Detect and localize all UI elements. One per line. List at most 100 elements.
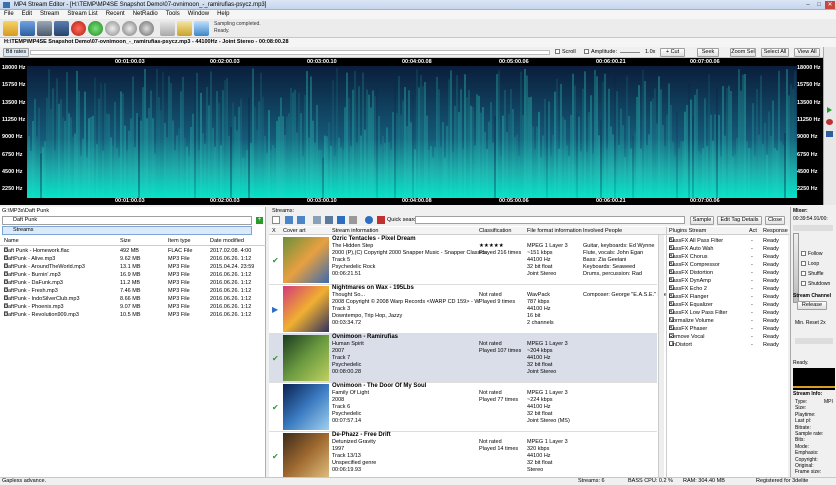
menu-window[interactable]: Window <box>184 10 213 19</box>
menu-stream-list[interactable]: Stream List <box>63 10 101 19</box>
close-window-button[interactable]: ✕ <box>825 1 835 9</box>
cube-icon[interactable] <box>37 21 52 36</box>
open-folder-icon[interactable] <box>3 21 18 36</box>
col-response[interactable]: Response <box>763 227 788 235</box>
stream-row[interactable]: ✔ Ovnimoon - Ramirufias Human Spirit 2007 Tr… <box>269 334 657 383</box>
file-list-item[interactable]: DaftPunk - AroundTheWorld.mp3 13.1 MB MP3 … <box>0 263 266 271</box>
plugin-row[interactable]: BassFX Compressor - Ready <box>667 261 789 269</box>
shuffle-checkbox[interactable]: Shuffle <box>801 271 823 277</box>
settings-icon[interactable] <box>122 21 137 36</box>
stack-icon[interactable] <box>54 21 69 36</box>
select-all-button[interactable]: Select All <box>761 48 789 57</box>
play-icon[interactable] <box>827 107 832 113</box>
amplitude-checkbox[interactable]: Amplitude: <box>584 49 617 55</box>
file-list-item[interactable]: DaftPunk - IndoSilverClub.mp3 8.66 MB MP3 … <box>0 295 266 303</box>
plugin-row[interactable]: BassFX All Pass Filter - Ready <box>667 237 789 245</box>
spectrogram[interactable]: 18000 Hz 15750 Hz 13500 Hz 11250 Hz 9000… <box>0 58 823 205</box>
col-name[interactable]: Name <box>4 237 19 246</box>
tools-icon[interactable] <box>160 21 175 36</box>
file-list-item[interactable]: DaftPunk - Revolution909.mp3 10.5 MB MP3 F… <box>0 311 266 319</box>
spectrogram-canvas[interactable] <box>27 66 797 198</box>
menu-recent[interactable]: Recent <box>102 10 129 19</box>
view-icon[interactable] <box>337 216 345 224</box>
menu-help[interactable]: Help <box>213 10 233 19</box>
file-list-item[interactable]: DaftPunk - Fresh.mp3 7.46 MB MP3 File 2016.… <box>0 287 266 295</box>
plugin-row[interactable]: BassFX Chorus - Ready <box>667 253 789 261</box>
position-scrollbar[interactable] <box>30 50 550 55</box>
file-list-item[interactable]: Daft Punk - Homework.flac 492 MB FLAC File… <box>0 247 266 255</box>
add-folder-icon[interactable]: + <box>256 217 263 224</box>
menu-tools[interactable]: Tools <box>162 10 184 19</box>
plugin-row[interactable]: BassFX Phaser - Ready <box>667 325 789 333</box>
menu-file[interactable]: File <box>0 10 18 19</box>
list-icon[interactable] <box>313 216 321 224</box>
plugin-row[interactable]: BassFX Equalizer - Ready <box>667 301 789 309</box>
scroll-checkbox[interactable]: Scroll <box>555 49 576 55</box>
select-icon[interactable] <box>272 216 280 224</box>
plugin-row[interactable]: BassFX Auto Wah - Ready <box>667 245 789 253</box>
view-all-button[interactable]: View All <box>794 48 820 57</box>
file-list-item[interactable]: DaftPunk - Burnin'.mp3 16.9 MB MP3 File 201… <box>0 271 266 279</box>
col-item-type[interactable]: Item type <box>168 237 191 246</box>
close-streams-button[interactable]: Close <box>765 216 785 225</box>
stop-icon[interactable] <box>71 21 86 36</box>
zoom-selection-button[interactable]: Zoom Sel <box>730 48 756 57</box>
grid-icon[interactable] <box>325 216 333 224</box>
plugin-row[interactable]: Normalize Volume - Ready <box>667 317 789 325</box>
save-icon[interactable] <box>20 21 35 36</box>
loop-checkbox[interactable]: Loop <box>801 261 819 267</box>
plugin-row[interactable]: BassFX Flanger - Ready <box>667 293 789 301</box>
up-arrow-icon[interactable] <box>285 216 293 224</box>
col-stream-info[interactable]: Stream information <box>332 227 378 235</box>
stream-row[interactable]: ✔ De-Phazz - Free Drift Detunized Gravity 1… <box>269 432 657 481</box>
plugin-row[interactable]: Remove Vocal - Ready <box>667 333 789 341</box>
plugin-row[interactable]: UnDistort - Ready <box>667 341 789 349</box>
amplitude-slider[interactable] <box>620 52 640 53</box>
file-list-item[interactable]: DaftPunk - Alive.mp3 9.62 MB MP3 File 2016.… <box>0 255 266 263</box>
col-plugins-stream[interactable]: Plugins Stream <box>669 227 706 235</box>
plugin-row[interactable]: BassFX Low Pass Filter - Ready <box>667 309 789 317</box>
minimize-button[interactable]: – <box>803 1 813 9</box>
plugin-row[interactable]: BassFX DynAmp - Ready <box>667 277 789 285</box>
play-icon[interactable] <box>88 21 103 36</box>
sound-icon[interactable] <box>177 21 192 36</box>
gear-icon[interactable] <box>139 21 154 36</box>
stop-icon[interactable] <box>826 131 833 137</box>
col-act[interactable]: Act <box>749 227 757 235</box>
col-size[interactable]: Size <box>120 237 131 246</box>
plugin-row[interactable]: BassFX Echo 2 - Ready <box>667 285 789 293</box>
menu-stream[interactable]: Stream <box>36 10 63 19</box>
folder-dropdown[interactable]: Daft Punk <box>2 216 252 225</box>
quick-search-input[interactable] <box>415 216 685 224</box>
channel-controls[interactable] <box>795 338 833 344</box>
delete-icon[interactable] <box>377 216 385 224</box>
sample-button[interactable]: Sample <box>690 216 714 225</box>
seek-button[interactable]: Seek <box>697 48 719 57</box>
col-classification[interactable]: Classification <box>479 227 511 235</box>
bitrates-button[interactable]: Bit rates <box>3 48 29 57</box>
plugin-row[interactable]: BassFX Distortion - Ready <box>667 269 789 277</box>
col-date[interactable]: Date modified <box>210 237 244 246</box>
disc-icon[interactable] <box>105 21 120 36</box>
maximize-button[interactable]: □ <box>814 1 824 9</box>
stream-row[interactable]: ▶ Nightmares on Wax - 195Lbs Thought So...… <box>269 285 668 334</box>
streams-scrollbar[interactable] <box>658 235 664 477</box>
col-x[interactable]: X <box>272 227 276 235</box>
menu-edit[interactable]: Edit <box>18 10 36 19</box>
col-involved-people[interactable]: Involved People <box>583 227 622 235</box>
options-icon[interactable] <box>349 216 357 224</box>
down-arrow-icon[interactable] <box>297 216 305 224</box>
streams-dropdown[interactable]: Streams <box>2 226 252 235</box>
follow-checkbox[interactable]: Follow <box>801 251 822 257</box>
file-list-item[interactable]: DaftPunk - Phoenix.mp3 9.07 MB MP3 File 201… <box>0 303 266 311</box>
stream-row[interactable]: ✔ Ozric Tentacles - Pixel Dream The Hidden… <box>269 236 657 285</box>
info-icon[interactable] <box>365 216 373 224</box>
menu-netradio[interactable]: NetRadio <box>129 10 162 19</box>
col-cover-art[interactable]: Cover art <box>283 227 306 235</box>
shutdown-checkbox[interactable]: Shutdown <box>801 281 830 287</box>
release-button[interactable]: Release <box>797 301 827 310</box>
stream-row[interactable]: ✔ Ovnimoon - The Door Of My Soul Family Of… <box>269 383 657 432</box>
file-list-item[interactable]: DaftPunk - DaFunk.mp3 11.2 MB MP3 File 2016… <box>0 279 266 287</box>
cut-button[interactable]: + Cut <box>660 48 685 57</box>
col-file-format[interactable]: File format information <box>527 227 582 235</box>
